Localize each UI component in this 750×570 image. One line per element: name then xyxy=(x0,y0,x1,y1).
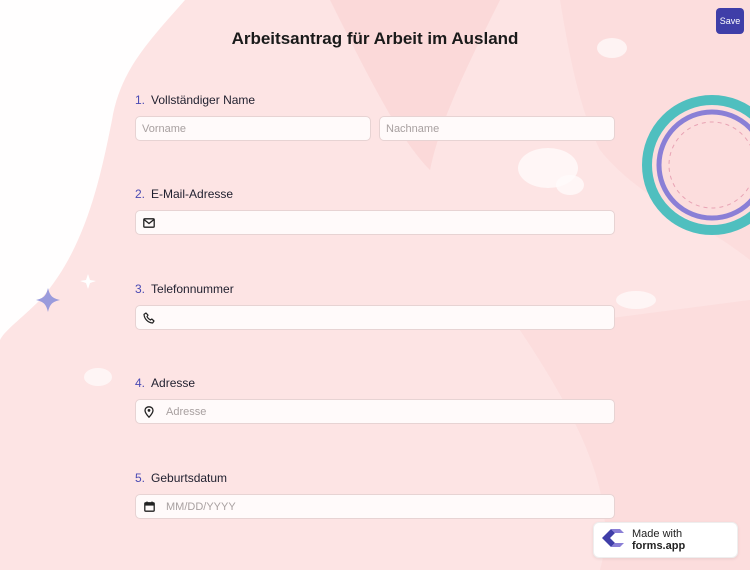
forms-app-logo-icon xyxy=(600,527,626,554)
question-text: Adresse xyxy=(151,376,196,390)
calendar-icon xyxy=(142,500,156,514)
phone-input[interactable] xyxy=(166,306,614,329)
question-number: 4. xyxy=(135,376,146,390)
question-label: 5. Geburtsdatum xyxy=(135,470,615,486)
first-name-input[interactable] xyxy=(142,117,370,140)
address-input[interactable] xyxy=(166,400,614,423)
question-birthdate: 5. Geburtsdatum xyxy=(135,470,615,519)
question-label: 2. E-Mail-Adresse xyxy=(135,186,615,202)
page-title: Arbeitsantrag für Arbeit im Ausland xyxy=(231,29,519,48)
question-email: 2. E-Mail-Adresse xyxy=(135,186,615,235)
question-text: E-Mail-Adresse xyxy=(151,187,234,201)
last-name-input[interactable] xyxy=(386,117,614,140)
question-text: Telefonnummer xyxy=(151,282,234,296)
question-full-name: 1. Vollständiger Name xyxy=(135,92,615,141)
question-address: 4. Adresse xyxy=(135,375,615,424)
question-label: 4. Adresse xyxy=(135,375,615,391)
question-number: 5. xyxy=(135,471,146,485)
question-text: Geburtsdatum xyxy=(151,471,228,485)
question-phone: 3. Telefonnummer xyxy=(135,281,615,330)
save-button[interactable]: Save xyxy=(716,8,744,34)
birthdate-field[interactable] xyxy=(135,494,615,519)
question-number: 3. xyxy=(135,282,146,296)
birthdate-input[interactable] xyxy=(166,495,614,518)
badge-brand: forms.app xyxy=(632,540,686,552)
question-number: 1. xyxy=(135,93,146,107)
question-number: 2. xyxy=(135,187,146,201)
sparkle-small-icon xyxy=(80,274,96,289)
phone-field[interactable] xyxy=(135,305,615,330)
first-name-field[interactable] xyxy=(135,116,371,141)
email-input[interactable] xyxy=(166,211,614,234)
phone-icon xyxy=(142,311,156,325)
location-pin-icon xyxy=(142,405,156,419)
last-name-field[interactable] xyxy=(379,116,615,141)
question-text: Vollständiger Name xyxy=(151,93,256,107)
email-field[interactable] xyxy=(135,210,615,235)
address-field[interactable] xyxy=(135,399,615,424)
envelope-icon xyxy=(142,216,156,230)
question-label: 1. Vollständiger Name xyxy=(135,92,615,108)
question-label: 3. Telefonnummer xyxy=(135,281,615,297)
badge-text: Made with forms.app xyxy=(632,528,737,552)
made-with-badge[interactable]: Made with forms.app xyxy=(593,522,738,558)
badge-prefix: Made with xyxy=(632,528,683,540)
